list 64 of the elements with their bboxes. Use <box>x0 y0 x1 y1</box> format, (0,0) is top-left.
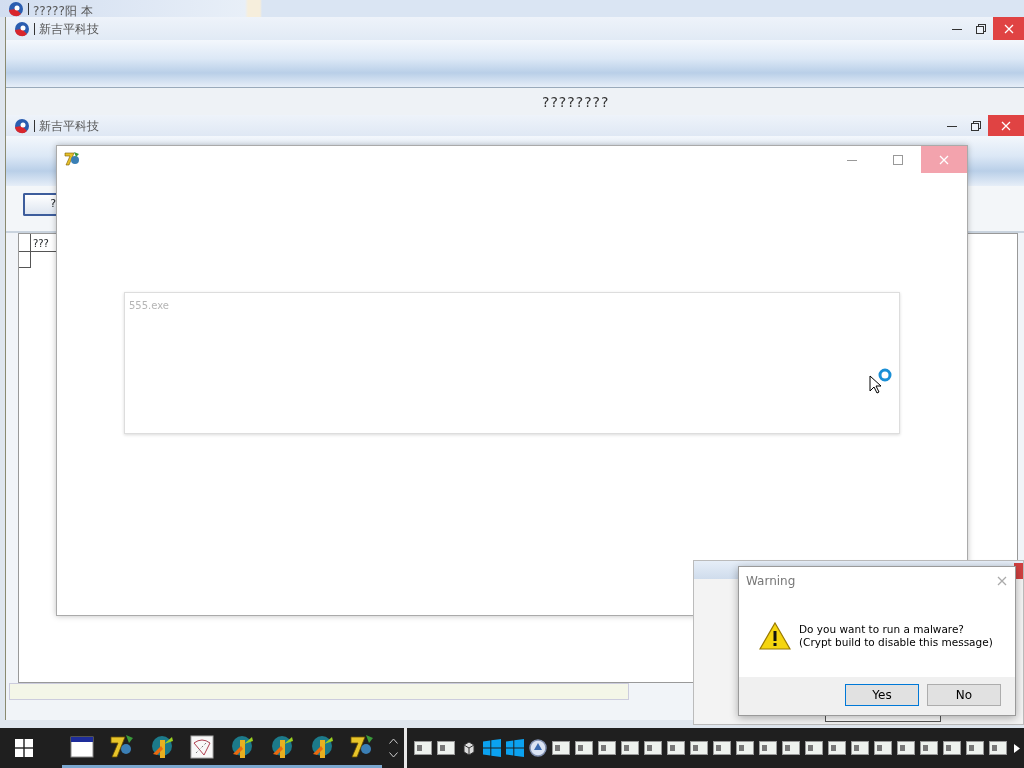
window-icon[interactable] <box>597 741 616 755</box>
window-icon[interactable] <box>805 741 824 755</box>
close-icon <box>1003 23 1014 34</box>
window-icon[interactable] <box>574 741 593 755</box>
close-icon <box>1001 120 1011 131</box>
dialog-button[interactable]: No <box>927 684 1001 706</box>
window-icon[interactable] <box>666 741 685 755</box>
warning-icon <box>759 621 791 651</box>
cube-icon[interactable] <box>460 740 477 756</box>
tree-icon[interactable] <box>149 733 175 760</box>
window-icon[interactable] <box>712 741 731 755</box>
close-button[interactable] <box>993 17 1024 40</box>
triangle-circle-icon[interactable] <box>528 739 547 757</box>
lightning-seven-icon <box>64 151 81 167</box>
window-icon[interactable] <box>70 735 94 758</box>
window-icon[interactable] <box>413 741 432 755</box>
restore-icon <box>971 120 981 131</box>
window-title: ?????阳 本 <box>33 2 93 20</box>
dialog-button[interactable]: Yes <box>845 684 919 706</box>
window-icon[interactable] <box>897 741 916 755</box>
window-icon[interactable] <box>689 741 708 755</box>
logo-icon <box>8 0 24 17</box>
windows-logo-icon[interactable] <box>482 739 501 757</box>
window-icon[interactable] <box>966 741 985 755</box>
tree-icon[interactable] <box>309 733 335 760</box>
window-icon[interactable] <box>851 741 870 755</box>
maximize-icon <box>893 154 903 165</box>
window-icon[interactable] <box>943 741 962 755</box>
caption-text: ???????? <box>542 93 610 111</box>
dialog-title: Warning <box>746 573 796 590</box>
message-text: Do you want to run a malware? <box>799 623 965 636</box>
field-text: 555.exe <box>129 299 169 313</box>
lightning-seven-icon[interactable] <box>349 733 375 760</box>
window-icon[interactable] <box>989 741 1008 755</box>
toolbar-button[interactable]: ? <box>23 193 57 216</box>
windows-logo-icon[interactable] <box>505 739 524 757</box>
window-icon[interactable] <box>920 741 939 755</box>
separator-bar <box>34 22 35 35</box>
window-icon[interactable] <box>643 741 662 755</box>
window-title: 新吉平科技 <box>39 117 99 135</box>
window-icon[interactable] <box>436 741 455 755</box>
separator-bar <box>28 2 29 15</box>
window-title: 新吉平科技 <box>39 20 99 38</box>
logo-icon <box>14 117 30 134</box>
window-icon[interactable] <box>828 741 847 755</box>
restore-icon <box>976 23 986 34</box>
scroll-down-button[interactable] <box>388 752 398 758</box>
window-icon[interactable] <box>735 741 754 755</box>
tree-icon[interactable] <box>269 733 295 760</box>
close-icon <box>939 154 949 165</box>
start-icon[interactable] <box>15 739 33 757</box>
separator-bar <box>34 119 35 132</box>
tree-icon[interactable] <box>229 733 255 760</box>
busy-cursor-icon <box>869 368 893 394</box>
message-text: (Crypt build to disable this message) <box>799 636 993 649</box>
close-icon <box>997 576 1007 586</box>
close-button[interactable] <box>988 115 1024 136</box>
sketch-icon[interactable] <box>190 734 214 759</box>
window-icon[interactable] <box>551 741 570 755</box>
window-icon[interactable] <box>874 741 893 755</box>
logo-icon <box>14 20 30 37</box>
lightning-seven-icon[interactable] <box>109 733 135 760</box>
scroll-up-button[interactable] <box>388 738 398 744</box>
window-icon[interactable] <box>620 741 639 755</box>
